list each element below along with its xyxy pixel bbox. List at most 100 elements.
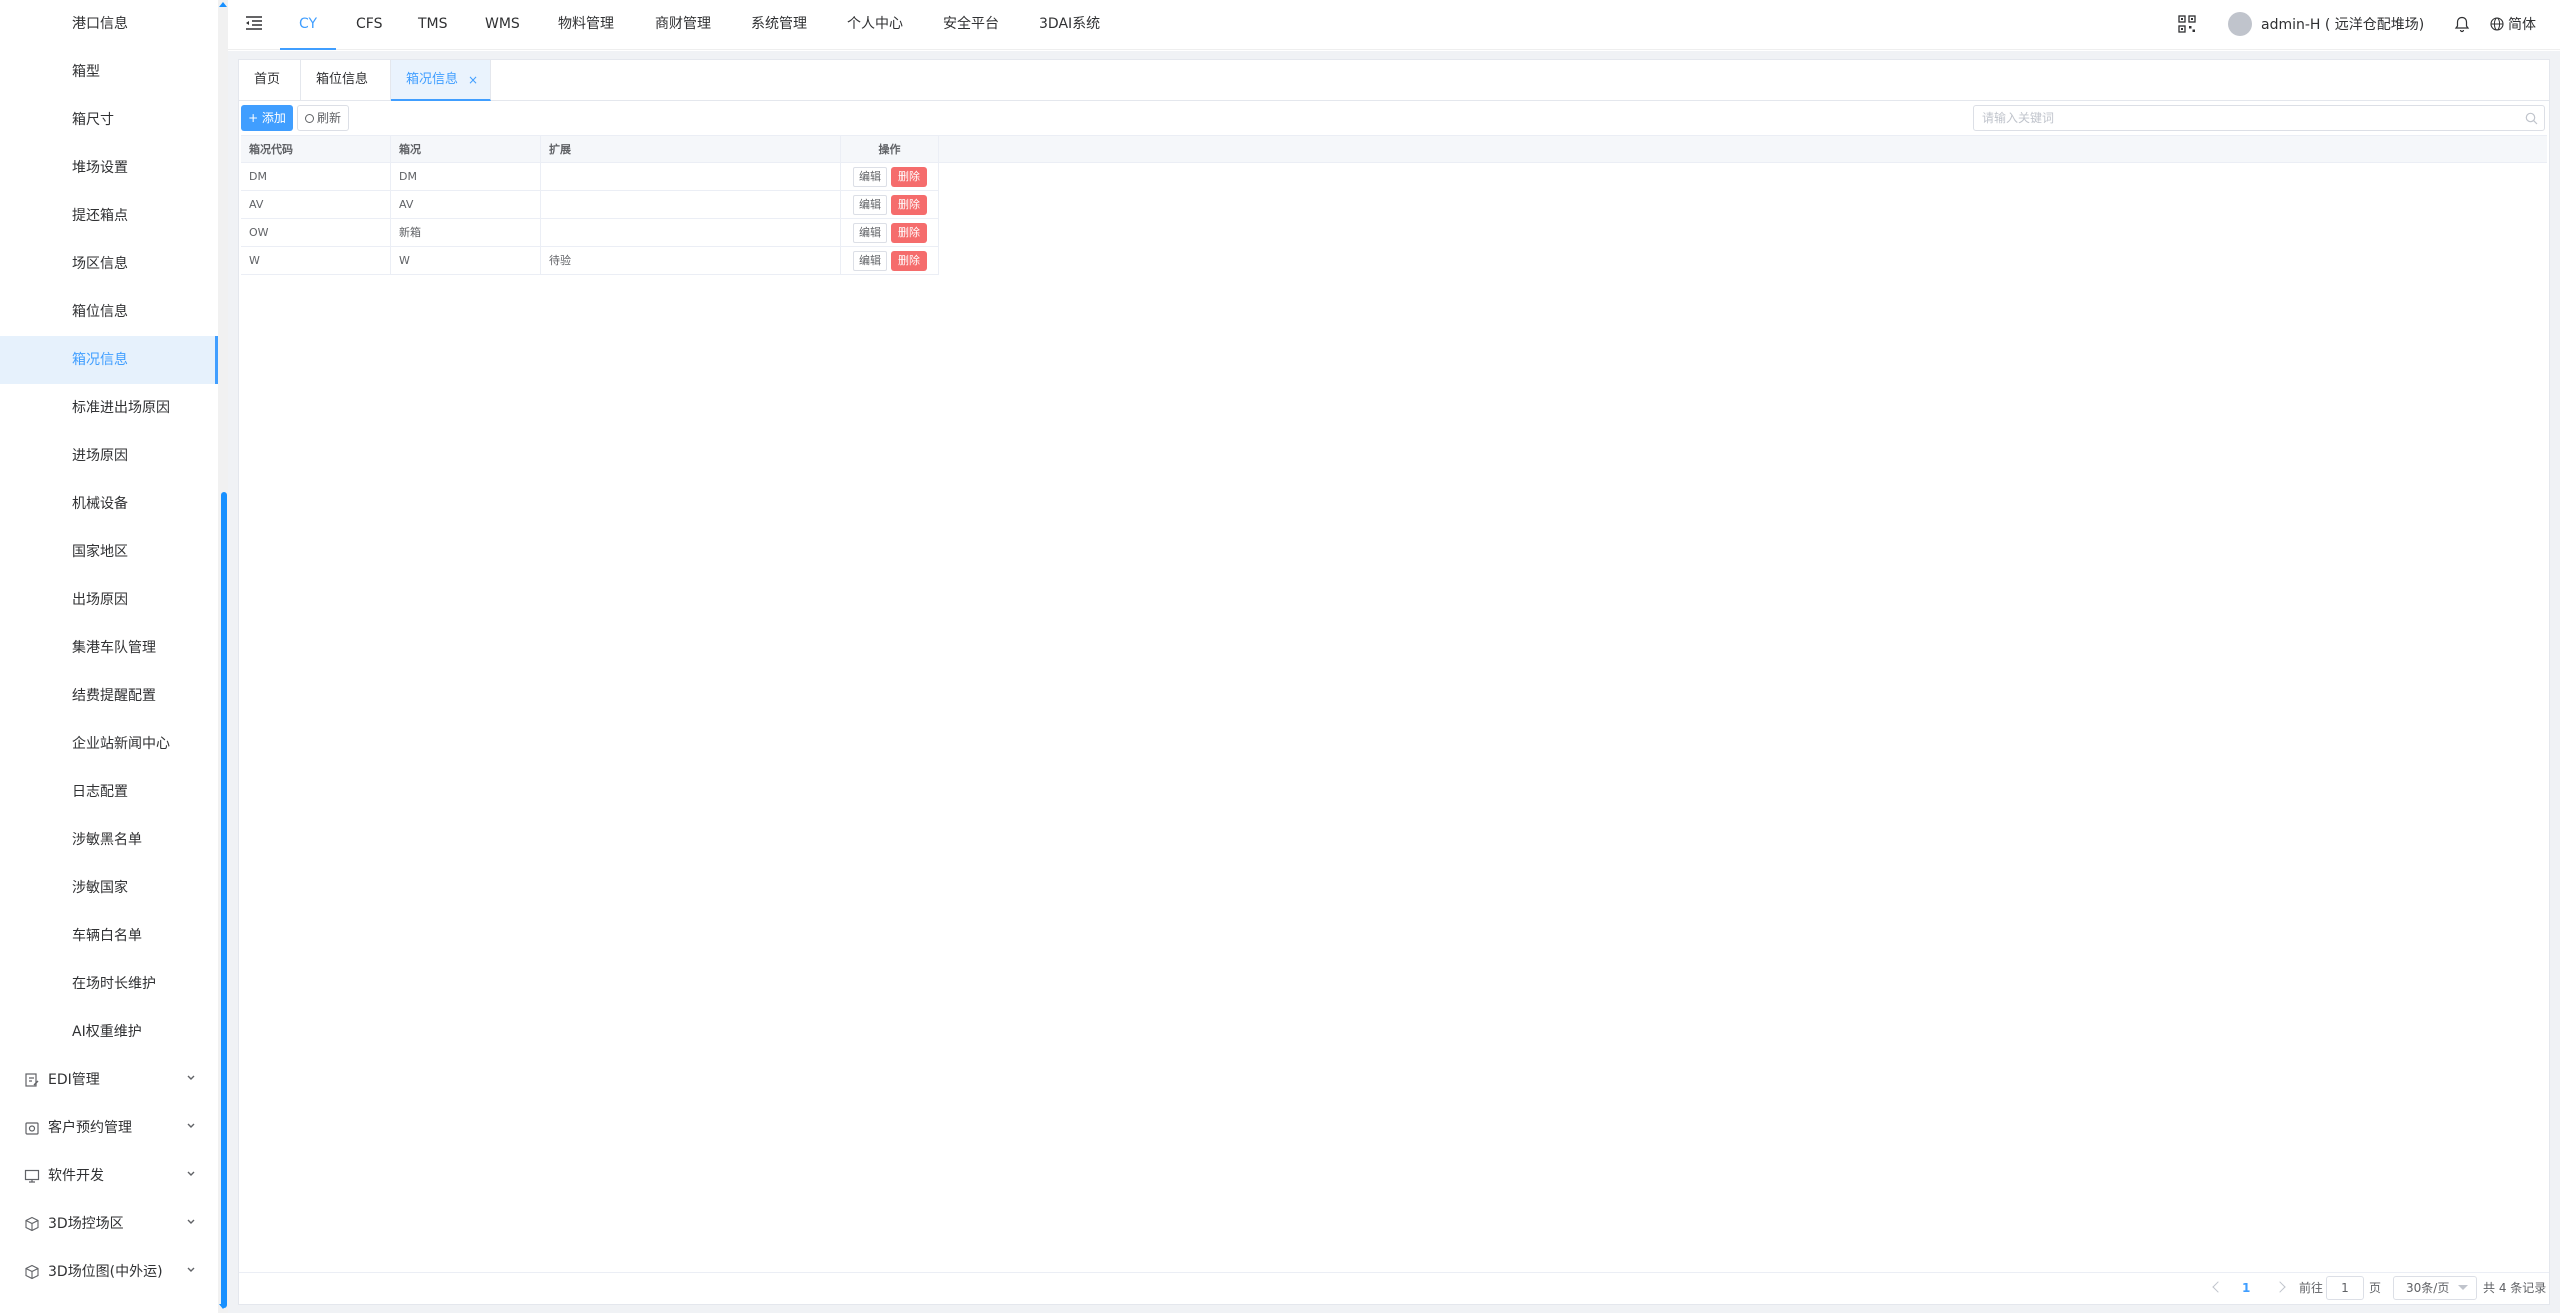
sidebar-item-dwell-time[interactable]: 在场时长维护: [0, 960, 218, 1008]
sidebar-item-port-info[interactable]: 港口信息: [0, 0, 218, 48]
column-header-code[interactable]: 箱况代码: [241, 136, 391, 163]
content-area: 首页 箱位信息 箱况信息 × + 添加 刷新 箱况代码 箱况 扩展 操作 DM D…: [228, 51, 2560, 1313]
add-button[interactable]: + 添加: [241, 105, 293, 131]
edit-button[interactable]: 编辑: [853, 195, 887, 215]
sidebar-group-edi[interactable]: EDI管理: [0, 1056, 218, 1104]
sidebar-item-label: 国家地区: [72, 544, 128, 560]
cell-actions: 编辑 删除: [841, 219, 939, 246]
column-header-condition[interactable]: 箱况: [391, 136, 541, 163]
sidebar-item-label: 箱型: [72, 64, 100, 80]
avatar[interactable]: [2228, 12, 2252, 36]
cell-actions: 编辑 删除: [841, 191, 939, 218]
sidebar-item-container-size[interactable]: 箱尺寸: [0, 96, 218, 144]
edit-button[interactable]: 编辑: [853, 223, 887, 243]
sidebar-item-label: 在场时长维护: [72, 976, 156, 992]
sidebar-item-condition-info[interactable]: 箱况信息: [0, 336, 218, 384]
sidebar-item-gate-out-reason[interactable]: 出场原因: [0, 576, 218, 624]
nav-security-platform[interactable]: 安全平台: [943, 0, 999, 50]
sidebar-item-news-center[interactable]: 企业站新闻中心: [0, 720, 218, 768]
sidebar-item-yard-settings[interactable]: 堆场设置: [0, 144, 218, 192]
page-size-select[interactable]: 30条/页: [2393, 1276, 2477, 1300]
column-header-actions: 操作: [841, 136, 939, 163]
goto-page-input[interactable]: [2326, 1276, 2364, 1300]
sidebar-item-container-type[interactable]: 箱型: [0, 48, 218, 96]
edit-button[interactable]: 编辑: [853, 167, 887, 187]
sidebar-item-billing-reminder[interactable]: 结费提醒配置: [0, 672, 218, 720]
nav-material[interactable]: 物料管理: [558, 0, 614, 50]
sidebar-item-sensitive-blacklist[interactable]: 涉敏黑名单: [0, 816, 218, 864]
nav-tms[interactable]: TMS: [418, 0, 448, 50]
sidebar-item-log-config[interactable]: 日志配置: [0, 768, 218, 816]
goto-label: 前往: [2299, 1281, 2324, 1295]
page-number-current[interactable]: 1: [2242, 1273, 2250, 1303]
sidebar-item-label: 箱尺寸: [72, 112, 114, 128]
cell-code: OW: [241, 219, 391, 246]
delete-button[interactable]: 删除: [891, 167, 927, 187]
tab-condition-info[interactable]: 箱况信息 ×: [391, 60, 491, 101]
sidebar-item-ai-weight[interactable]: AI权重维护: [0, 1008, 218, 1056]
nav-cfs[interactable]: CFS: [356, 0, 382, 50]
total-records: 共 4 条记录: [2483, 1281, 2547, 1295]
table-row[interactable]: W W 待验 编辑 删除: [241, 247, 939, 275]
refresh-button[interactable]: 刷新: [297, 105, 349, 131]
nav-personal-center[interactable]: 个人中心: [847, 0, 903, 50]
sidebar-scrollbar-thumb[interactable]: [221, 492, 227, 1308]
language-selector[interactable]: 简体: [2508, 0, 2536, 50]
table-row[interactable]: DM DM 编辑 删除: [241, 163, 939, 191]
sidebar-group-3d-map[interactable]: 3D场位图(中外运): [0, 1248, 218, 1296]
tab-bar: 首页 箱位信息 箱况信息 ×: [239, 60, 2549, 101]
prev-page-icon[interactable]: [2212, 1281, 2224, 1293]
globe-icon[interactable]: [2490, 17, 2504, 31]
sidebar-item-vehicle-whitelist[interactable]: 车辆白名单: [0, 912, 218, 960]
delete-button[interactable]: 删除: [891, 195, 927, 215]
cell-condition: 新箱: [391, 219, 541, 246]
search-icon[interactable]: [2525, 112, 2538, 125]
search-input[interactable]: [1982, 106, 2512, 130]
sidebar-item-standard-gate-reason[interactable]: 标准进出场原因: [0, 384, 218, 432]
sidebar-item-label: 日志配置: [72, 784, 128, 800]
sidebar-item-label: 场区信息: [72, 256, 128, 272]
sidebar-item-slot-info[interactable]: 箱位信息: [0, 288, 218, 336]
sidebar-item-zone-info[interactable]: 场区信息: [0, 240, 218, 288]
sidebar-item-pickup-return-point[interactable]: 提还箱点: [0, 192, 218, 240]
sidebar-item-label: 提还箱点: [72, 208, 128, 224]
sidebar-group-label: 3D场位图(中外运): [48, 1264, 163, 1280]
user-name[interactable]: admin-H ( 远洋仓配堆场): [2261, 0, 2424, 50]
menu-fold-icon[interactable]: [245, 15, 263, 31]
sidebar-group-label: 客户预约管理: [48, 1120, 132, 1136]
sidebar-item-sensitive-country[interactable]: 涉敏国家: [0, 864, 218, 912]
column-header-extension[interactable]: 扩展: [541, 136, 841, 163]
qrcode-icon[interactable]: [2178, 15, 2196, 33]
cube-icon: [25, 1216, 39, 1232]
tab-home[interactable]: 首页: [239, 60, 301, 101]
nav-business-finance[interactable]: 商财管理: [655, 0, 711, 50]
cell-condition: W: [391, 247, 541, 274]
delete-button[interactable]: 删除: [891, 223, 927, 243]
bell-icon[interactable]: [2454, 16, 2470, 33]
edit-button[interactable]: 编辑: [853, 251, 887, 271]
delete-button[interactable]: 删除: [891, 251, 927, 271]
sidebar-item-fleet-management[interactable]: 集港车队管理: [0, 624, 218, 672]
cell-extension: 待验: [541, 247, 841, 274]
nav-wms[interactable]: WMS: [485, 0, 520, 50]
scroll-down-arrow-icon[interactable]: [219, 1304, 227, 1309]
sidebar-group-label: 3D场控场区: [48, 1216, 124, 1232]
nav-3dai[interactable]: 3DAI系统: [1039, 0, 1100, 50]
sidebar-item-gate-in-reason[interactable]: 进场原因: [0, 432, 218, 480]
close-icon[interactable]: ×: [468, 60, 478, 100]
next-page-icon[interactable]: [2274, 1281, 2286, 1293]
sidebar-item-label: 出场原因: [72, 592, 128, 608]
table-row[interactable]: OW 新箱 编辑 删除: [241, 219, 939, 247]
cell-code: W: [241, 247, 391, 274]
sidebar-item-country-region[interactable]: 国家地区: [0, 528, 218, 576]
chevron-down-icon: [187, 1123, 195, 1128]
nav-cy[interactable]: CY: [280, 0, 336, 50]
table-row[interactable]: AV AV 编辑 删除: [241, 191, 939, 219]
sidebar-item-machinery[interactable]: 机械设备: [0, 480, 218, 528]
sidebar-group-3d-zone[interactable]: 3D场控场区: [0, 1200, 218, 1248]
sidebar-group-appointment[interactable]: 客户预约管理: [0, 1104, 218, 1152]
scroll-up-arrow-icon[interactable]: [219, 2, 227, 7]
nav-system[interactable]: 系统管理: [751, 0, 807, 50]
tab-slot-info[interactable]: 箱位信息: [301, 60, 391, 101]
sidebar-group-software-dev[interactable]: 软件开发: [0, 1152, 218, 1200]
